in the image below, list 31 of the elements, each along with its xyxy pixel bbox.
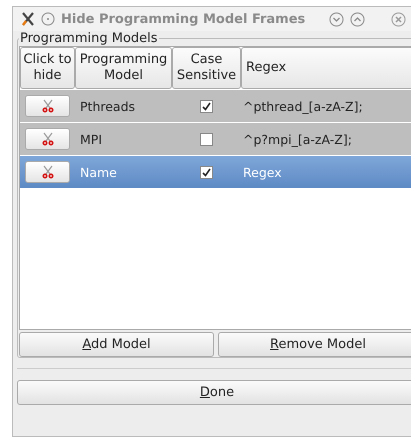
column-header[interactable]: Click to hide	[20, 47, 75, 89]
model-button[interactable]: Add Model	[19, 332, 214, 357]
table-row[interactable]: MPI ^p?mpi_[a-zA-Z];	[20, 123, 411, 155]
maximize-icon[interactable]	[350, 12, 366, 26]
model-name: MPI	[79, 132, 104, 146]
hide-button[interactable]	[25, 128, 70, 150]
regex-text: ^pthread_[a-zA-Z];	[242, 98, 364, 114]
table-row[interactable]: Pthreads ^pthread_[a-zA-Z];	[20, 90, 411, 122]
group-title: Programming Models	[19, 31, 159, 46]
done-button[interactable]: Done	[17, 380, 411, 405]
scissors-icon	[40, 98, 56, 114]
column-header[interactable]: Programming Model	[75, 47, 172, 89]
case-sensitive-checkbox[interactable]	[200, 100, 213, 112]
model-name: Name	[79, 164, 118, 180]
scissors-icon	[40, 164, 56, 180]
menu-circle-icon[interactable]	[41, 12, 55, 26]
close-icon[interactable]	[391, 12, 406, 26]
regex-text: ^p?mpi_[a-zA-Z];	[242, 132, 353, 146]
regex-text: Regex	[242, 164, 283, 180]
column-header[interactable]: Regex	[241, 47, 411, 89]
window-title: Hide Programming Model Frames	[61, 12, 306, 26]
hide-button[interactable]	[25, 95, 70, 117]
app-icon	[21, 12, 35, 26]
hide-button[interactable]	[25, 161, 70, 183]
case-sensitive-checkbox[interactable]	[200, 132, 213, 146]
minimize-icon[interactable]	[329, 12, 344, 26]
model-button[interactable]: Remove Model	[218, 332, 411, 357]
column-header[interactable]: Case Sensitive	[172, 47, 241, 89]
scissors-icon	[40, 131, 56, 147]
model-name: Pthreads	[79, 98, 136, 114]
case-sensitive-checkbox[interactable]	[200, 166, 213, 178]
